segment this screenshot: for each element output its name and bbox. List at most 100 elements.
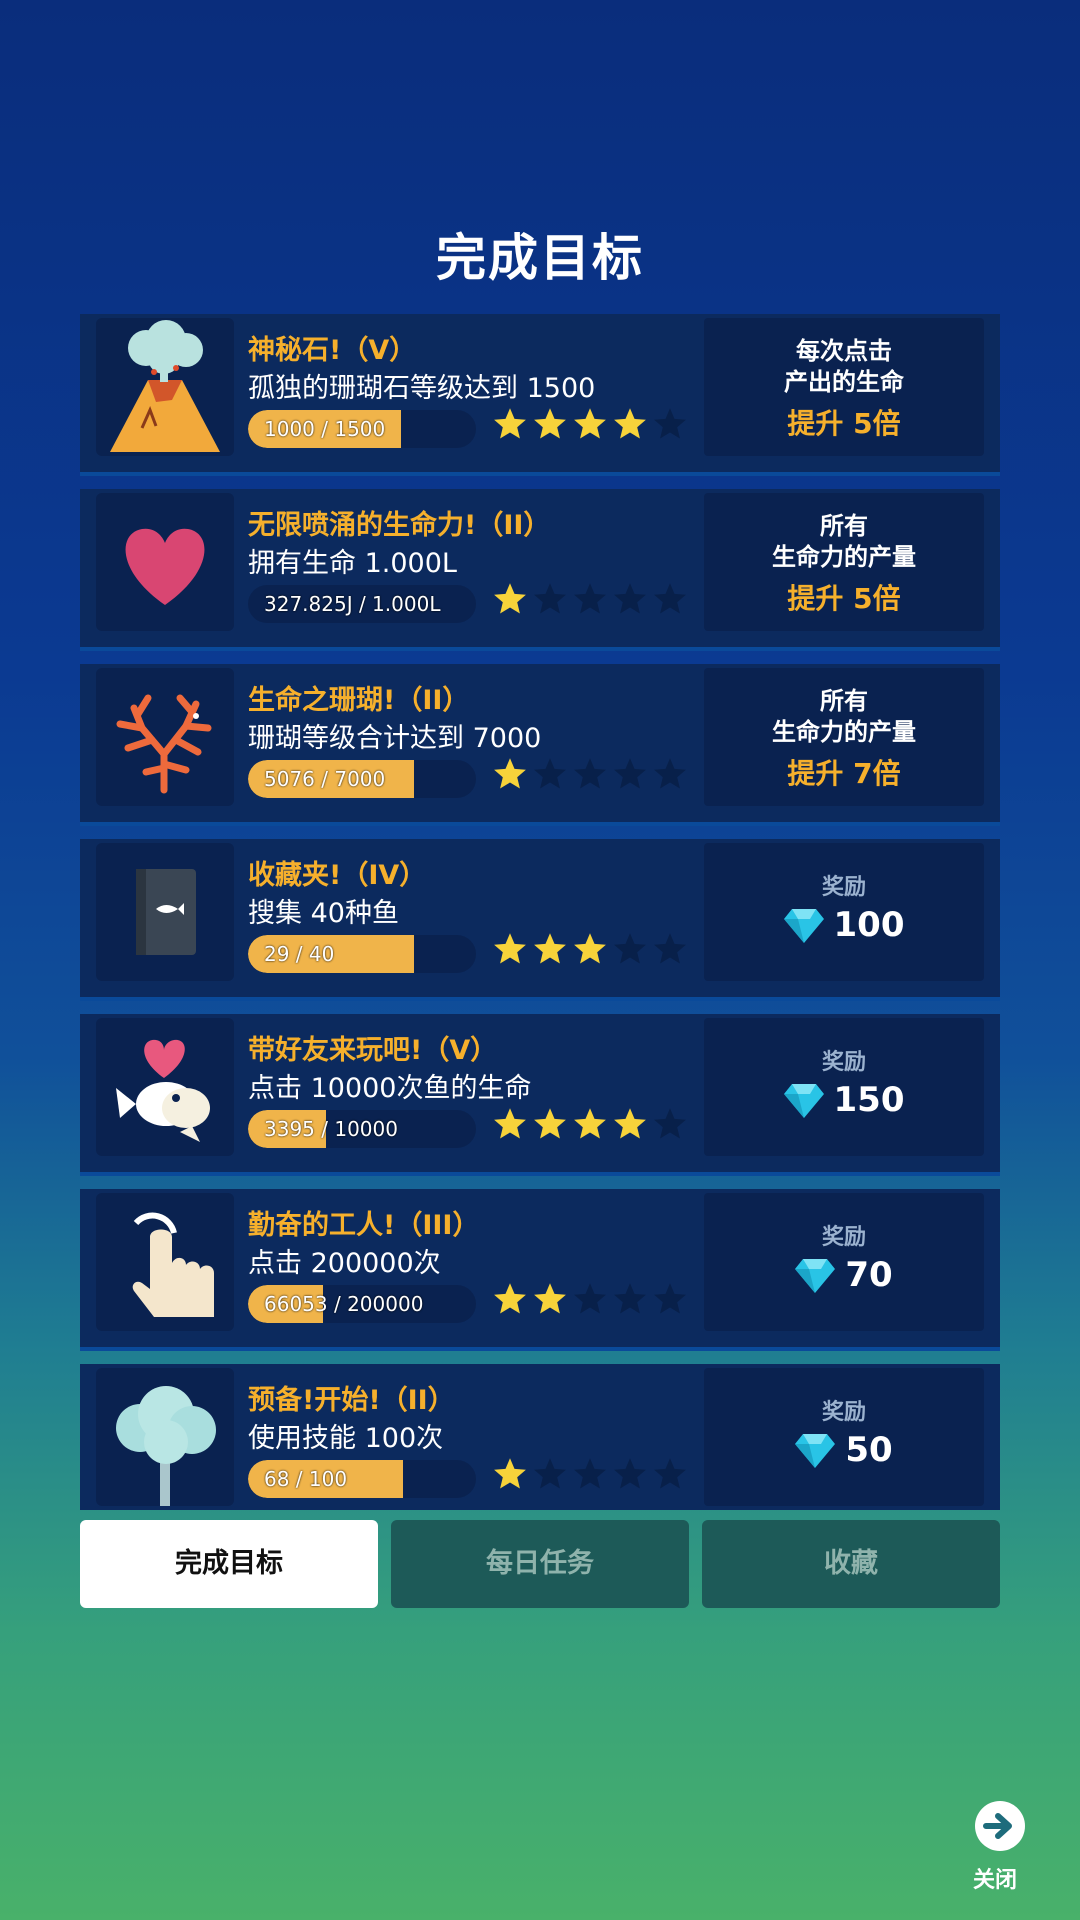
- achievement-list[interactable]: 神秘石!（V） 孤独的珊瑚石等级达到 1500 1000 / 1500 每次点击…: [80, 314, 1000, 1510]
- star-filled-icon: [572, 1106, 608, 1142]
- star-rating: [492, 1106, 692, 1150]
- tab-collection[interactable]: 收藏: [702, 1520, 1000, 1608]
- star-filled-icon: [492, 756, 528, 792]
- achievement-row[interactable]: 带好友来玩吧!（V） 点击 10000次鱼的生命 3395 / 10000 奖励…: [80, 1014, 1000, 1176]
- achievement-desc: 使用技能 100次: [248, 1423, 444, 1454]
- achievement-name: 带好友来玩吧!（V）: [248, 1035, 498, 1066]
- reward-label: 奖励: [821, 875, 866, 900]
- star-filled-icon: [572, 931, 608, 967]
- progress-bar: 66053 / 200000: [248, 1285, 476, 1323]
- reward-line2: 生命力的产量: [772, 718, 916, 746]
- star-filled-icon: [532, 1106, 568, 1142]
- reward-line2: 生命力的产量: [772, 543, 916, 571]
- progress-text: 1000 / 1500: [264, 417, 386, 441]
- reward-line1: 所有: [820, 512, 868, 540]
- star-empty-icon: [612, 1281, 648, 1317]
- page-title: 完成目标: [436, 229, 644, 287]
- star-empty-icon: [612, 1456, 648, 1492]
- reward-label: 奖励: [821, 1225, 866, 1250]
- achievement-desc: 点击 10000次鱼的生命: [248, 1073, 532, 1104]
- star-filled-icon: [612, 1106, 648, 1142]
- achievement-desc: 孤独的珊瑚石等级达到 1500: [248, 373, 596, 404]
- star-empty-icon: [612, 756, 648, 792]
- star-filled-icon: [492, 1456, 528, 1492]
- achievement-row[interactable]: 无限喷涌的生命力!（II） 拥有生命 1.000L 327.825J / 1.0…: [80, 489, 1000, 651]
- star-empty-icon: [652, 1281, 688, 1317]
- star-filled-icon: [492, 931, 528, 967]
- reward-boost: 提升 7倍: [787, 757, 901, 790]
- progress-bar: 68 / 100: [248, 1460, 476, 1498]
- diamond-icon: [795, 1434, 836, 1468]
- star-empty-icon: [532, 581, 568, 617]
- achievement-name: 收藏夹!（IV）: [248, 860, 427, 891]
- reward-box: 奖励 150: [704, 1018, 984, 1156]
- progress-text: 327.825J / 1.000L: [264, 592, 441, 616]
- close-label: 关闭: [972, 1868, 1017, 1893]
- star-filled-icon: [492, 406, 528, 442]
- achievement-desc: 拥有生命 1.000L: [248, 548, 457, 579]
- progress-text: 68 / 100: [264, 1467, 348, 1491]
- reward-line2: 产出的生命: [784, 368, 904, 396]
- achievement-icon-box: [96, 1018, 234, 1156]
- star-empty-icon: [612, 581, 648, 617]
- achievement-name: 无限喷涌的生命力!（II）: [248, 510, 551, 541]
- achievement-icon-box: [96, 668, 234, 806]
- reward-gem-value: 50: [845, 1430, 893, 1470]
- achievement-name: 勤奋的工人!（III）: [248, 1210, 480, 1241]
- star-empty-icon: [532, 1456, 568, 1492]
- tab-achievements[interactable]: 完成目标: [80, 1520, 378, 1608]
- achievement-row[interactable]: 预备!开始!（II） 使用技能 100次 68 / 100 奖励 50: [80, 1364, 1000, 1510]
- progress-text: 3395 / 10000: [264, 1117, 398, 1141]
- reward-box: 所有 生命力的产量 提升 7倍: [704, 668, 984, 806]
- close-button[interactable]: 关闭: [960, 1800, 1030, 1900]
- achievement-row[interactable]: 收藏夹!（IV） 搜集 40种鱼 29 / 40 奖励 100: [80, 839, 1000, 1001]
- star-rating: [492, 406, 692, 450]
- tab-bar: 完成目标 每日任务 收藏: [80, 1520, 1000, 1608]
- star-rating: [492, 756, 692, 800]
- star-empty-icon: [572, 756, 608, 792]
- achievement-name: 生命之珊瑚!（II）: [248, 685, 470, 716]
- achievement-name: 神秘石!（V）: [248, 335, 417, 366]
- achievement-name: 预备!开始!（II）: [248, 1385, 455, 1416]
- star-empty-icon: [652, 1456, 688, 1492]
- reward-gem-value: 150: [833, 1080, 905, 1120]
- reward-box: 奖励 70: [704, 1193, 984, 1331]
- progress-bar: 3395 / 10000: [248, 1110, 476, 1148]
- reward-box: 每次点击 产出的生命 提升 5倍: [704, 318, 984, 456]
- star-empty-icon: [652, 1106, 688, 1142]
- achievement-icon-box: [96, 318, 234, 456]
- progress-bar: 327.825J / 1.000L: [248, 585, 476, 623]
- reward-boost: 提升 5倍: [787, 407, 901, 440]
- star-filled-icon: [492, 1281, 528, 1317]
- star-empty-icon: [612, 931, 648, 967]
- star-empty-icon: [652, 756, 688, 792]
- star-filled-icon: [532, 1281, 568, 1317]
- star-filled-icon: [532, 931, 568, 967]
- achievement-row[interactable]: 神秘石!（V） 孤独的珊瑚石等级达到 1500 1000 / 1500 每次点击…: [80, 314, 1000, 476]
- progress-bar: 1000 / 1500: [248, 410, 476, 448]
- progress-text: 66053 / 200000: [264, 1292, 424, 1316]
- progress-bar: 29 / 40: [248, 935, 476, 973]
- reward-boost: 提升 5倍: [787, 582, 901, 615]
- reward-box: 所有 生命力的产量 提升 5倍: [704, 493, 984, 631]
- tab-daily-tasks[interactable]: 每日任务: [391, 1520, 689, 1608]
- reward-gem-value: 70: [845, 1255, 893, 1295]
- achievement-row[interactable]: 生命之珊瑚!（II） 珊瑚等级合计达到 7000 5076 / 7000 所有 …: [80, 664, 1000, 826]
- reward-line1: 所有: [820, 687, 868, 715]
- achievement-icon-box: [96, 493, 234, 631]
- achievement-icon-box: [96, 843, 234, 981]
- reward-gem-value: 100: [833, 905, 905, 945]
- star-empty-icon: [652, 931, 688, 967]
- diamond-icon: [783, 1084, 824, 1118]
- achievement-row[interactable]: 勤奋的工人!（III） 点击 200000次 66053 / 200000 奖励…: [80, 1189, 1000, 1351]
- star-empty-icon: [572, 1456, 608, 1492]
- progress-text: 5076 / 7000: [264, 767, 386, 791]
- reward-line1: 每次点击: [796, 337, 892, 365]
- star-rating: [492, 931, 692, 975]
- achievement-desc: 搜集 40种鱼: [248, 898, 399, 929]
- progress-text: 29 / 40: [264, 942, 335, 966]
- star-empty-icon: [652, 581, 688, 617]
- star-empty-icon: [572, 1281, 608, 1317]
- reward-label: 奖励: [821, 1050, 866, 1075]
- star-empty-icon: [652, 406, 688, 442]
